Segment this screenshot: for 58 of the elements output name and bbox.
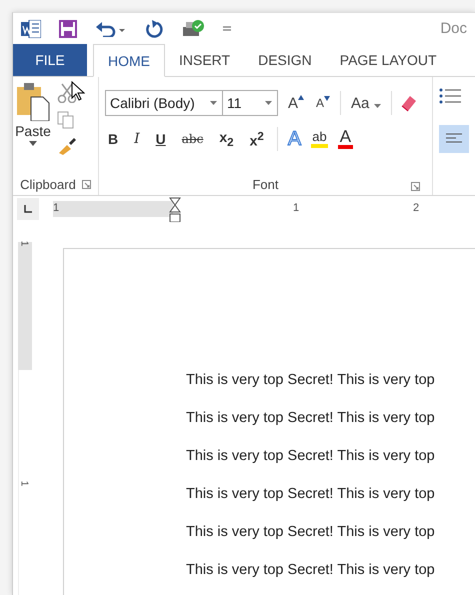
font-family-field[interactable]: Calibri (Body) xyxy=(104,90,223,116)
format-button[interactable]: I xyxy=(131,131,143,147)
paste-button[interactable]: Paste xyxy=(13,77,53,173)
ruler-number: 1 xyxy=(18,480,30,486)
ruler-number: 1 xyxy=(53,202,60,214)
change-case-button[interactable]: Aa xyxy=(349,94,383,112)
align-left-icon xyxy=(446,133,462,145)
cursor-icon xyxy=(71,81,85,101)
shrink-font-button[interactable]: A xyxy=(314,96,332,110)
document-text: This is very top Secret! This is very top xyxy=(186,485,436,504)
highlight-button[interactable]: ab xyxy=(311,130,328,148)
clipboard-icon xyxy=(15,81,51,121)
align-left-button[interactable] xyxy=(439,125,469,153)
redo-icon[interactable] xyxy=(145,20,163,38)
down-arrow-icon xyxy=(324,96,330,101)
cut-icon[interactable] xyxy=(57,83,77,103)
ribbon-tab[interactable]: HOME xyxy=(93,44,165,77)
font-color-button[interactable]: A xyxy=(338,129,354,149)
dialog-launcher-icon[interactable] xyxy=(82,180,91,188)
caret-icon xyxy=(264,100,273,106)
undo-icon[interactable] xyxy=(95,20,127,36)
printer-icon[interactable] xyxy=(181,18,205,38)
format-button[interactable]: x$^{2}$ xyxy=(246,130,267,148)
format-button[interactable]: x$_{2}$ xyxy=(216,129,237,149)
word-icon[interactable] xyxy=(21,20,41,38)
ribbon-tab[interactable]: PAGE LAYOUT xyxy=(326,44,451,76)
caret-icon xyxy=(29,141,37,147)
format-button[interactable]: abc xyxy=(178,132,206,146)
indent-marker[interactable] xyxy=(169,197,181,223)
file-tab[interactable]: FILE xyxy=(13,44,87,76)
ribbon-tab[interactable]: DESIGN xyxy=(244,44,326,76)
document-text: This is very top Secret! This is very top xyxy=(186,371,436,390)
group-label: Clipboard xyxy=(20,176,76,192)
document-text: This is very top Secret! This is very top xyxy=(186,447,436,466)
dialog-launcher-icon[interactable] xyxy=(411,182,420,191)
bullets-icon[interactable] xyxy=(439,87,461,105)
up-arrow-icon xyxy=(298,94,304,100)
save-icon[interactable] xyxy=(59,20,77,38)
group-label: Font xyxy=(252,176,278,192)
ruler-number: 2 xyxy=(413,202,420,214)
ruler-number: 1 xyxy=(293,202,300,214)
document-text: This is very top Secret! This is very top xyxy=(186,409,436,428)
caret-icon xyxy=(210,100,218,106)
document-text: This is very top Secret! This is very top xyxy=(186,523,436,542)
format-button[interactable]: U xyxy=(152,131,169,147)
eraser-icon[interactable] xyxy=(400,94,418,112)
customize-menu-icon[interactable] xyxy=(223,24,231,34)
caret-icon xyxy=(374,104,381,108)
grow-font-button[interactable]: A xyxy=(286,94,306,112)
window-title: Doc xyxy=(440,20,467,37)
ribbon-tab[interactable]: INSERT xyxy=(165,44,244,76)
format-button[interactable]: B xyxy=(104,131,122,147)
ruler-number: 1 xyxy=(18,240,30,246)
format-painter-icon[interactable] xyxy=(57,137,77,155)
document-text: This is very top Secret! This is very top xyxy=(186,561,436,580)
tab-stop-icon xyxy=(24,205,32,213)
font-size-field[interactable]: 11 xyxy=(222,90,278,116)
tab-stop-selector[interactable] xyxy=(17,198,39,220)
